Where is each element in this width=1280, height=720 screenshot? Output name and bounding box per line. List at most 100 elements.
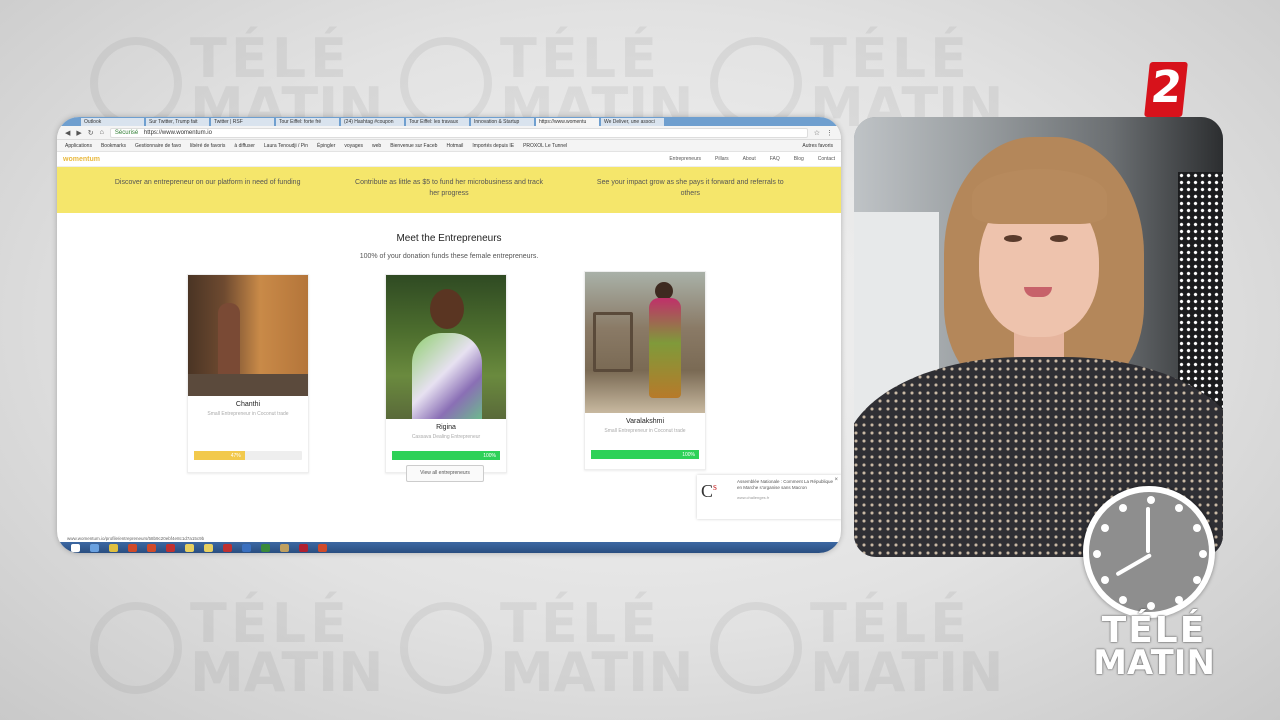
taskbar-app-icon[interactable] bbox=[299, 543, 308, 552]
forward-icon[interactable]: ▶ bbox=[76, 129, 81, 137]
entrepreneur-card[interactable]: Chanthi Small Entrepreneur in Coconut tr… bbox=[187, 274, 309, 473]
challenges-logo: Cs bbox=[701, 481, 717, 501]
url-input[interactable]: Sécurisé https://www.womentum.io bbox=[109, 127, 808, 138]
taskbar-app-icon[interactable] bbox=[223, 543, 232, 552]
entrepreneur-role: Cassava Dealing Entrepreneur bbox=[411, 434, 481, 440]
entrepreneur-name[interactable]: Varalakshmi bbox=[585, 418, 705, 425]
menu-icon[interactable]: ⋮ bbox=[826, 129, 833, 137]
chrome-icon[interactable] bbox=[147, 543, 156, 552]
entrepreneur-role: Small Entrepreneur in Coconut trade bbox=[604, 428, 686, 434]
browser-tab[interactable]: Sur Twitter, Trump fait bbox=[146, 118, 209, 126]
entrepreneur-card[interactable]: Varalakshmi Small Entrepreneur in Coconu… bbox=[584, 271, 706, 470]
entrepreneur-photo[interactable] bbox=[386, 275, 506, 419]
section-subtitle: 100% of your donation funds these female… bbox=[359, 253, 539, 260]
browser-tab-bar: Outlook Sur Twitter, Trump fait Twitter … bbox=[57, 117, 841, 126]
view-all-entrepreneurs-button[interactable]: View all entrepreneurs bbox=[406, 465, 484, 482]
browser-tab[interactable]: Outlook bbox=[81, 118, 144, 126]
bookmark-item[interactable]: Importés depuis IE bbox=[472, 143, 514, 149]
chrome-icon[interactable] bbox=[128, 543, 137, 552]
entrepreneur-photo[interactable] bbox=[188, 275, 308, 396]
browser-tab[interactable]: Twitter | RSF bbox=[211, 118, 274, 126]
nav-link-about[interactable]: About bbox=[743, 156, 756, 162]
taskbar-app-icon[interactable] bbox=[90, 543, 99, 552]
taskbar-app-icon[interactable] bbox=[185, 543, 194, 552]
nav-link-blog[interactable]: Blog bbox=[794, 156, 804, 162]
bookmark-item[interactable]: Gestionnaire de favo bbox=[135, 143, 181, 149]
notification-site: www.challenges.fr bbox=[737, 495, 770, 500]
funding-progress-label: 100% bbox=[682, 451, 695, 458]
site-navbar: womentum Entrepreneurs Pillars About FAQ… bbox=[57, 152, 841, 167]
taskbar-app-icon[interactable] bbox=[166, 543, 175, 552]
funding-progress-bar: 100% bbox=[392, 451, 500, 460]
step-contribute: Contribute as little as $5 to fund her m… bbox=[355, 179, 543, 197]
presenter-fringe bbox=[972, 169, 1107, 224]
bookmark-item[interactable]: à diffuser bbox=[234, 143, 254, 149]
funding-progress-fill: 47% bbox=[194, 451, 245, 460]
telematin-logo: TÉLÉ MATIN bbox=[1093, 610, 1215, 683]
word-icon[interactable] bbox=[242, 543, 251, 552]
entrepreneur-card[interactable]: Rigina Cassava Dealing Entrepreneur 100% bbox=[385, 274, 507, 473]
back-icon[interactable]: ◀ bbox=[65, 129, 70, 137]
womentum-logo[interactable]: womentum bbox=[63, 156, 100, 163]
step-impact: See your impact grow as she pays it forw… bbox=[596, 179, 784, 197]
entrepreneur-name[interactable]: Rigina bbox=[386, 424, 506, 431]
bookmark-item[interactable]: Bookmarks bbox=[101, 143, 126, 149]
home-icon[interactable]: ⌂ bbox=[100, 129, 104, 136]
nav-link-contact[interactable]: Contact bbox=[818, 156, 835, 162]
news-notification[interactable]: Cs Assemblée Nationale : Comment La Répu… bbox=[697, 475, 841, 519]
start-icon[interactable] bbox=[71, 543, 80, 552]
presenter-eye bbox=[1050, 235, 1068, 242]
bookmark-item[interactable]: PROXOL Le Tunnel bbox=[523, 143, 567, 149]
funding-progress-fill: 100% bbox=[392, 451, 500, 460]
close-icon[interactable]: × bbox=[834, 477, 838, 483]
bookmark-item[interactable]: Bienvenue sur Faceb bbox=[390, 143, 437, 149]
browser-tab[interactable]: Tour Eiffel: forte fré bbox=[276, 118, 339, 126]
how-it-works-band: Discover an entrepreneur on our platform… bbox=[57, 167, 841, 213]
bookmark-item[interactable]: Hotmail bbox=[446, 143, 463, 149]
watermark-logo: TÉLÉ MATIN bbox=[710, 597, 1003, 699]
entrepreneur-name[interactable]: Chanthi bbox=[188, 401, 308, 408]
bookmark-item[interactable]: voyages bbox=[344, 143, 363, 149]
nav-link-pillars[interactable]: Pillars bbox=[715, 156, 729, 162]
nav-link-faq[interactable]: FAQ bbox=[770, 156, 780, 162]
bookmarks-bar: Applications Bookmarks Gestionnaire de f… bbox=[57, 140, 841, 152]
bookmark-item-other[interactable]: Autres favoris bbox=[802, 143, 833, 149]
watermark-logo: TÉLÉ MATIN bbox=[400, 597, 693, 699]
funding-progress-bar: 47% bbox=[194, 451, 302, 460]
entrepreneur-photo[interactable] bbox=[585, 272, 705, 413]
url-text: https://www.womentum.io bbox=[143, 129, 212, 136]
bookmark-item[interactable]: web bbox=[372, 143, 381, 149]
chrome-icon[interactable] bbox=[318, 543, 327, 552]
folder-icon[interactable] bbox=[109, 543, 118, 552]
browser-window: Outlook Sur Twitter, Trump fait Twitter … bbox=[57, 117, 841, 553]
excel-icon[interactable] bbox=[261, 543, 270, 552]
section-title: Meet the Entrepreneurs bbox=[396, 233, 502, 244]
reload-icon[interactable]: ↻ bbox=[88, 129, 94, 137]
secure-label: Sécurisé bbox=[114, 129, 139, 136]
browser-tab[interactable]: Innovation & Startup bbox=[471, 118, 534, 126]
bookmark-item[interactable]: libéré de favoris bbox=[190, 143, 225, 149]
taskbar-app-icon[interactable] bbox=[204, 543, 213, 552]
browser-tab[interactable]: We Deliver, une associ bbox=[601, 118, 664, 126]
browser-tab[interactable]: (24) Hashtag #coupon bbox=[341, 118, 404, 126]
browser-tab-active[interactable]: https://www.womentu bbox=[536, 118, 599, 126]
browser-tab[interactable]: Tour Eiffel: les travaux bbox=[406, 118, 469, 126]
notification-text: Assemblée Nationale : Comment La Républi… bbox=[737, 479, 834, 490]
windows-taskbar bbox=[57, 542, 841, 553]
address-bar: ◀ ▶ ↻ ⌂ Sécurisé https://www.womentum.io… bbox=[57, 126, 841, 140]
step-discover: Discover an entrepreneur on our platform… bbox=[114, 179, 301, 186]
funding-progress-bar: 100% bbox=[591, 450, 699, 459]
presenter-eye bbox=[1004, 235, 1022, 242]
bookmark-item[interactable]: Laura Tenoudji / Pin bbox=[264, 143, 308, 149]
star-icon[interactable]: ☆ bbox=[814, 129, 820, 137]
clock-logo-icon bbox=[1083, 486, 1215, 618]
bookmark-item[interactable]: Applications bbox=[65, 143, 92, 149]
taskbar-app-icon[interactable] bbox=[280, 543, 289, 552]
entrepreneurs-section: Meet the Entrepreneurs 100% of your dona… bbox=[57, 213, 841, 519]
site-nav-links: Entrepreneurs Pillars About FAQ Blog Con… bbox=[669, 156, 835, 162]
nav-link-entrepreneurs[interactable]: Entrepreneurs bbox=[669, 156, 701, 162]
france2-logo: 2 bbox=[1144, 62, 1188, 117]
entrepreneur-role: Small Entrepreneur in Coconut trade bbox=[207, 411, 289, 417]
bookmark-item[interactable]: Épingler bbox=[317, 143, 335, 149]
funding-progress-label: 47% bbox=[230, 452, 241, 459]
